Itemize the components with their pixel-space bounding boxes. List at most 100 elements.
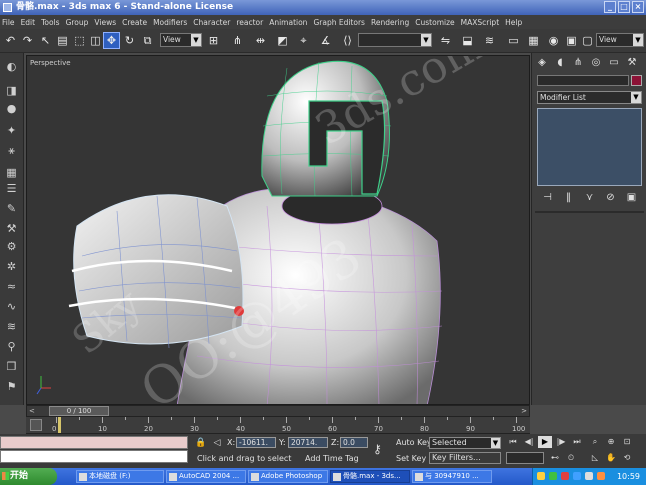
- absolute-mode-icon[interactable]: ◁: [211, 437, 223, 449]
- sphere-icon[interactable]: ●: [4, 101, 19, 116]
- key-mode-toggle-icon[interactable]: ⊷: [548, 452, 562, 464]
- angle-snap-icon[interactable]: ∡: [318, 33, 333, 48]
- hierarchy-tab-icon[interactable]: ⋔: [572, 57, 584, 69]
- spinner-snap-icon[interactable]: ⟨⟩: [340, 33, 355, 48]
- y-coordinate-field[interactable]: 20714.: [288, 437, 328, 448]
- menu-character[interactable]: Character: [193, 18, 230, 27]
- prev-frame-icon[interactable]: ◀|: [522, 436, 536, 448]
- rotate-icon[interactable]: ↻: [122, 33, 137, 48]
- helper-icon[interactable]: ⚹: [4, 143, 19, 158]
- particle-icon[interactable]: ✲: [4, 259, 19, 274]
- undo-icon[interactable]: ↶: [3, 33, 18, 48]
- tray-icon[interactable]: [561, 472, 569, 480]
- x-coordinate-field[interactable]: -10611.: [236, 437, 276, 448]
- stack-icon[interactable]: ☰: [4, 181, 19, 196]
- time-config-icon[interactable]: ⏲: [564, 452, 578, 464]
- wrench-icon[interactable]: ⚒: [4, 221, 19, 236]
- auto-key-button[interactable]: Auto Key: [396, 438, 432, 447]
- menu-customize[interactable]: Customize: [415, 18, 454, 27]
- utility-icon[interactable]: ⚑: [4, 379, 19, 394]
- wave-icon[interactable]: ∿: [4, 299, 19, 314]
- zoom-all-icon[interactable]: ⊕: [604, 436, 618, 448]
- clock[interactable]: 10:59: [617, 468, 640, 485]
- start-button[interactable]: 开始: [0, 468, 57, 485]
- quick-render-icon[interactable]: ▢: [580, 33, 595, 48]
- key-icon[interactable]: ⚷: [373, 443, 391, 455]
- select-by-name-icon[interactable]: ▤: [55, 33, 70, 48]
- time-slider-prev[interactable]: <: [29, 407, 35, 415]
- maximize-icon[interactable]: □: [618, 1, 630, 13]
- z-coordinate-field[interactable]: 0.0: [340, 437, 368, 448]
- region-select-icon[interactable]: ⬚: [72, 33, 87, 48]
- menu-rendering[interactable]: Rendering: [371, 18, 409, 27]
- align-tool-icon[interactable]: ⬓: [460, 33, 475, 48]
- menu-create[interactable]: Create: [122, 18, 147, 27]
- redo-icon[interactable]: ↷: [20, 33, 35, 48]
- snap-icon[interactable]: ⌖: [296, 33, 311, 48]
- go-to-end-icon[interactable]: ⏭: [570, 436, 584, 448]
- tray-icon[interactable]: [573, 472, 581, 480]
- minimize-icon[interactable]: _: [604, 1, 616, 13]
- select-icon[interactable]: ↖: [38, 33, 53, 48]
- menu-maxscript[interactable]: MAXScript: [461, 18, 500, 27]
- current-time-marker[interactable]: [58, 417, 61, 433]
- menu-tools[interactable]: Tools: [41, 18, 59, 27]
- arc-rotate-icon[interactable]: ⟲: [620, 452, 634, 464]
- time-slider[interactable]: < 0 / 100 >: [26, 405, 530, 417]
- hair-icon[interactable]: ≈: [4, 279, 19, 294]
- perspective-viewport[interactable]: 3ds.com OO:@493 Sky Perspective: [26, 55, 530, 405]
- menu-animation[interactable]: Animation: [269, 18, 307, 27]
- configure-sets-icon[interactable]: ▣: [625, 191, 639, 205]
- motion-tab-icon[interactable]: ◎: [590, 57, 602, 69]
- bone-icon[interactable]: ⚲: [4, 339, 19, 354]
- menu-file[interactable]: File: [2, 18, 15, 27]
- current-frame-field[interactable]: [506, 452, 544, 464]
- lock-selection-icon[interactable]: 🔒: [195, 437, 207, 449]
- mirror-icon[interactable]: ⇹: [253, 33, 268, 48]
- utilities-tab-icon[interactable]: ⚒: [626, 57, 638, 69]
- schematic-view-icon[interactable]: ▦: [526, 33, 541, 48]
- pivot-icon[interactable]: ⊞: [206, 33, 221, 48]
- window-crossing-icon[interactable]: ◫: [88, 33, 103, 48]
- create-tab-icon[interactable]: ◈: [536, 57, 548, 69]
- move-icon[interactable]: ✥: [103, 32, 120, 49]
- menu-reactor[interactable]: reactor: [236, 18, 263, 27]
- grid-icon[interactable]: ▦: [4, 165, 19, 180]
- named-selection-dropdown[interactable]: ▼: [358, 33, 432, 47]
- menu-help[interactable]: Help: [505, 18, 522, 27]
- make-unique-icon[interactable]: ⋎: [583, 191, 597, 205]
- menu-views[interactable]: Views: [94, 18, 116, 27]
- object-color-swatch[interactable]: [631, 75, 642, 86]
- pin-stack-icon[interactable]: ⊣: [541, 191, 555, 205]
- menu-edit[interactable]: Edit: [21, 18, 36, 27]
- remove-modifier-icon[interactable]: ⊘: [604, 191, 618, 205]
- close-icon[interactable]: ×: [632, 1, 644, 13]
- task-autocad[interactable]: AutoCAD 2004 ...: [166, 470, 246, 483]
- modifier-stack[interactable]: [537, 108, 642, 186]
- add-time-tag[interactable]: Add Time Tag: [305, 454, 359, 463]
- cloth-icon[interactable]: ≋: [4, 319, 19, 334]
- go-to-start-icon[interactable]: ⏮: [506, 436, 520, 448]
- set-key-button[interactable]: Set Key: [396, 454, 426, 463]
- render-type-dropdown[interactable]: View ▼: [596, 33, 644, 47]
- mirror-tool-icon[interactable]: ⇋: [438, 33, 453, 48]
- star-icon[interactable]: ✦: [4, 123, 19, 138]
- task-photoshop[interactable]: Adobe Photoshop: [248, 470, 328, 483]
- zoom-extents-icon[interactable]: ⊡: [620, 436, 634, 448]
- gear-icon[interactable]: ⚙: [4, 239, 19, 254]
- hierarchy-icon[interactable]: ◨: [4, 83, 19, 98]
- viewport-label[interactable]: Perspective: [30, 59, 71, 67]
- track-bar[interactable]: 0 10 20 30 40 50 60 70 80 90 100: [26, 417, 530, 434]
- display-icon[interactable]: ❒: [4, 359, 19, 374]
- task-qq-chat[interactable]: 与 30947910 ...: [412, 470, 492, 483]
- menu-modifiers[interactable]: Modifiers: [153, 18, 187, 27]
- tray-icon[interactable]: [597, 472, 605, 480]
- pen-icon[interactable]: ✎: [4, 201, 19, 216]
- time-slider-next[interactable]: >: [521, 407, 527, 415]
- key-mode-dropdown[interactable]: Selected ▼: [429, 437, 501, 449]
- task-3dsmax[interactable]: 骨骼.max - 3ds...: [330, 470, 410, 483]
- fov-icon[interactable]: ◺: [588, 452, 602, 464]
- reference-coord-dropdown[interactable]: View ▼: [160, 33, 202, 47]
- zoom-icon[interactable]: ⌕: [588, 436, 602, 448]
- menu-graph-editors[interactable]: Graph Editors: [313, 18, 365, 27]
